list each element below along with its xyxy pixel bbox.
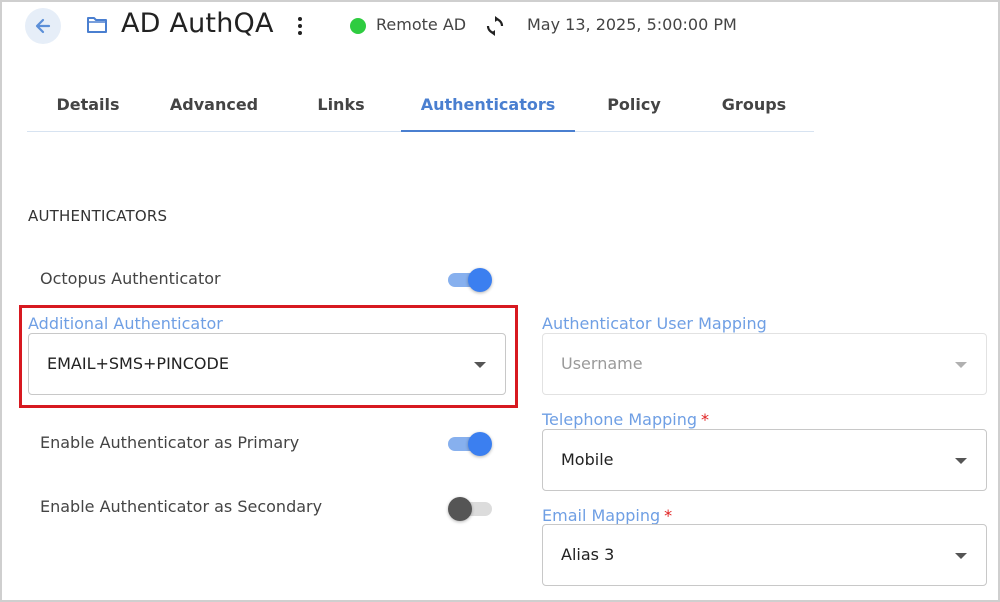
highlight-annotation bbox=[19, 305, 518, 408]
email-mapping-select[interactable]: Alias 3 bbox=[542, 524, 987, 586]
more-vert-icon bbox=[298, 17, 302, 21]
last-sync-timestamp: May 13, 2025, 5:00:00 PM bbox=[527, 15, 737, 34]
more-menu-button[interactable] bbox=[292, 14, 308, 38]
secondary-toggle[interactable] bbox=[448, 495, 494, 521]
back-arrow-icon bbox=[35, 18, 51, 34]
folder-icon bbox=[87, 17, 107, 33]
user-mapping-label: Authenticator User Mapping bbox=[542, 314, 767, 333]
back-button[interactable] bbox=[25, 8, 61, 44]
status-text: Remote AD bbox=[376, 15, 467, 34]
toggle-knob bbox=[448, 497, 472, 521]
dropdown-caret-icon bbox=[955, 553, 967, 559]
tab-details[interactable]: Details bbox=[27, 78, 149, 131]
telephone-mapping-label: Telephone Mapping * bbox=[542, 410, 710, 429]
octopus-authenticator-label: Octopus Authenticator bbox=[40, 269, 221, 288]
tab-bar: Details Advanced Links Authenticators Po… bbox=[27, 78, 814, 132]
email-mapping-value: Alias 3 bbox=[561, 545, 615, 564]
toggle-knob bbox=[468, 432, 492, 456]
required-marker: * bbox=[701, 410, 710, 429]
tab-links[interactable]: Links bbox=[279, 78, 403, 131]
section-title: AUTHENTICATORS bbox=[28, 207, 168, 225]
user-mapping-select: Username bbox=[542, 333, 987, 395]
tab-groups[interactable]: Groups bbox=[693, 78, 815, 131]
tab-policy[interactable]: Policy bbox=[575, 78, 693, 131]
dropdown-caret-icon bbox=[955, 362, 967, 368]
telephone-mapping-select[interactable]: Mobile bbox=[542, 429, 987, 491]
dropdown-caret-icon bbox=[955, 458, 967, 464]
primary-label: Enable Authenticator as Primary bbox=[40, 433, 300, 452]
required-marker: * bbox=[664, 506, 673, 525]
primary-toggle[interactable] bbox=[448, 430, 492, 456]
page-title: AD AuthQA bbox=[121, 8, 274, 39]
tab-advanced[interactable]: Advanced bbox=[149, 78, 279, 131]
user-mapping-value: Username bbox=[561, 354, 643, 373]
email-mapping-label: Email Mapping * bbox=[542, 506, 673, 525]
toggle-knob bbox=[468, 268, 492, 292]
tab-authenticators[interactable]: Authenticators bbox=[401, 78, 575, 132]
sync-icon[interactable] bbox=[483, 14, 507, 38]
telephone-mapping-value: Mobile bbox=[561, 450, 614, 469]
octopus-authenticator-toggle[interactable] bbox=[448, 266, 492, 292]
status-indicator bbox=[350, 18, 366, 34]
secondary-label: Enable Authenticator as Secondary bbox=[40, 497, 323, 516]
